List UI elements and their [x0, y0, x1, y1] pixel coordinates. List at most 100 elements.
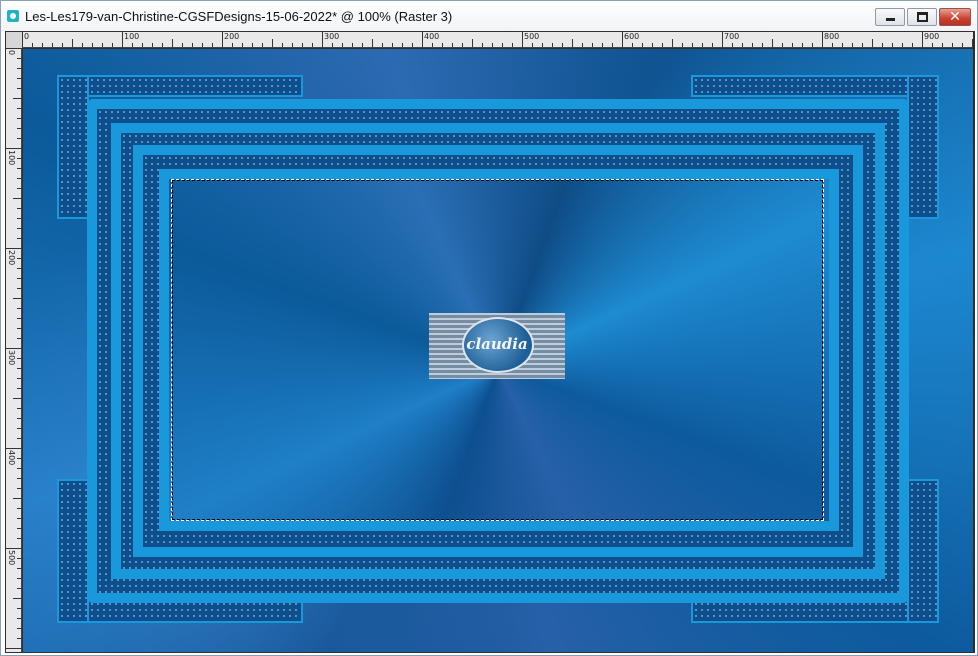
- ruler-tick: [17, 458, 21, 459]
- ruler-tick: [412, 43, 413, 47]
- ruler-tick: [162, 43, 163, 47]
- ruler-label: 0: [24, 32, 30, 41]
- ruler-tick: [852, 43, 853, 47]
- ruler-tick: [912, 43, 913, 47]
- ruler-tick: [6, 448, 21, 449]
- ruler-tick: [72, 39, 73, 47]
- ruler-tick: [712, 43, 713, 47]
- ruler-tick: [672, 39, 673, 47]
- ruler-tick: [122, 32, 123, 47]
- ruler-tick: [462, 43, 463, 47]
- ruler-tick: [762, 43, 763, 47]
- ruler-tick: [17, 268, 21, 269]
- ruler-tick: [432, 43, 433, 47]
- ruler-tick: [13, 398, 21, 399]
- ruler-tick: [812, 43, 813, 47]
- ruler-tick: [17, 518, 21, 519]
- ruler-tick: [652, 43, 653, 47]
- ruler-tick: [17, 78, 21, 79]
- vertical-ruler[interactable]: 0 100 200 300 400 500: [6, 48, 22, 652]
- ruler-tick: [962, 43, 963, 47]
- ruler-tick: [822, 32, 823, 47]
- ruler-tick: [6, 48, 21, 49]
- ruler-tick: [722, 32, 723, 47]
- ruler-tick: [612, 43, 613, 47]
- ruler-tick: [17, 328, 21, 329]
- ruler-tick: [342, 43, 343, 47]
- ruler-tick: [632, 43, 633, 47]
- ruler-tick: [182, 43, 183, 47]
- corner-bracket-top-right-v: [907, 75, 939, 219]
- ruler-tick: [17, 618, 21, 619]
- ruler-tick: [17, 368, 21, 369]
- watermark-logo: claudia: [429, 313, 565, 379]
- ruler-tick: [542, 43, 543, 47]
- ruler-tick: [17, 438, 21, 439]
- ruler-tick: [17, 138, 21, 139]
- ruler-tick: [17, 508, 21, 509]
- ruler-tick: [17, 638, 21, 639]
- ruler-tick: [352, 43, 353, 47]
- ruler-tick: [862, 43, 863, 47]
- ruler-tick: [202, 43, 203, 47]
- ruler-label: 500: [7, 550, 16, 566]
- close-button[interactable]: ✕: [939, 8, 971, 26]
- ruler-tick: [6, 248, 21, 249]
- ruler-tick: [312, 43, 313, 47]
- ruler-tick: [17, 118, 21, 119]
- ruler-tick: [17, 478, 21, 479]
- ruler-tick: [17, 218, 21, 219]
- document-window: Les-Les179-van-Christine-CGSFDesigns-15-…: [0, 0, 978, 656]
- ruler-tick: [922, 32, 923, 47]
- ruler-tick: [292, 43, 293, 47]
- ruler-label: 300: [7, 350, 16, 366]
- ruler-tick: [452, 43, 453, 47]
- ruler-tick: [172, 39, 173, 47]
- ruler-tick: [492, 43, 493, 47]
- ruler-tick: [102, 43, 103, 47]
- ruler-tick: [562, 43, 563, 47]
- ruler-tick: [322, 32, 323, 47]
- ruler-tick: [892, 43, 893, 47]
- ruler-tick: [142, 43, 143, 47]
- maximize-button[interactable]: [907, 8, 937, 26]
- ruler-tick: [17, 358, 21, 359]
- horizontal-ruler[interactable]: 0 100 200 300 400 500 600 700 800 900: [22, 32, 973, 48]
- ruler-tick: [13, 98, 21, 99]
- ruler-tick: [532, 43, 533, 47]
- ruler-tick: [942, 43, 943, 47]
- ruler-tick: [272, 39, 273, 47]
- ruler-tick: [17, 578, 21, 579]
- ruler-tick: [17, 108, 21, 109]
- minimize-button[interactable]: [875, 8, 905, 26]
- ruler-tick: [6, 148, 21, 149]
- ruler-tick: [402, 43, 403, 47]
- corner-bracket-bottom-right-v: [907, 479, 939, 623]
- ruler-label: 500: [524, 32, 540, 41]
- title-bar[interactable]: Les-Les179-van-Christine-CGSFDesigns-15-…: [1, 1, 977, 31]
- ruler-tick: [17, 608, 21, 609]
- ruler-tick: [472, 39, 473, 47]
- ruler-tick: [17, 388, 21, 389]
- image-canvas[interactable]: claudia: [23, 49, 973, 652]
- ruler-tick: [17, 238, 21, 239]
- ruler-tick: [692, 43, 693, 47]
- ruler-label: 600: [624, 32, 640, 41]
- ruler-tick: [62, 43, 63, 47]
- corner-bracket-top-left-v: [57, 75, 89, 219]
- close-icon: ✕: [949, 9, 961, 25]
- ruler-tick: [22, 32, 23, 47]
- ruler-label: 800: [824, 32, 840, 41]
- ruler-label: 200: [224, 32, 240, 41]
- ruler-tick: [17, 68, 21, 69]
- ruler-label: 400: [424, 32, 440, 41]
- ruler-tick: [6, 548, 21, 549]
- ruler-tick: [772, 39, 773, 47]
- ruler-tick: [17, 308, 21, 309]
- ruler-tick: [13, 298, 21, 299]
- maximize-icon: [917, 12, 928, 22]
- ruler-tick: [602, 43, 603, 47]
- ruler-tick: [252, 43, 253, 47]
- ruler-tick: [17, 158, 21, 159]
- ruler-tick: [372, 39, 373, 47]
